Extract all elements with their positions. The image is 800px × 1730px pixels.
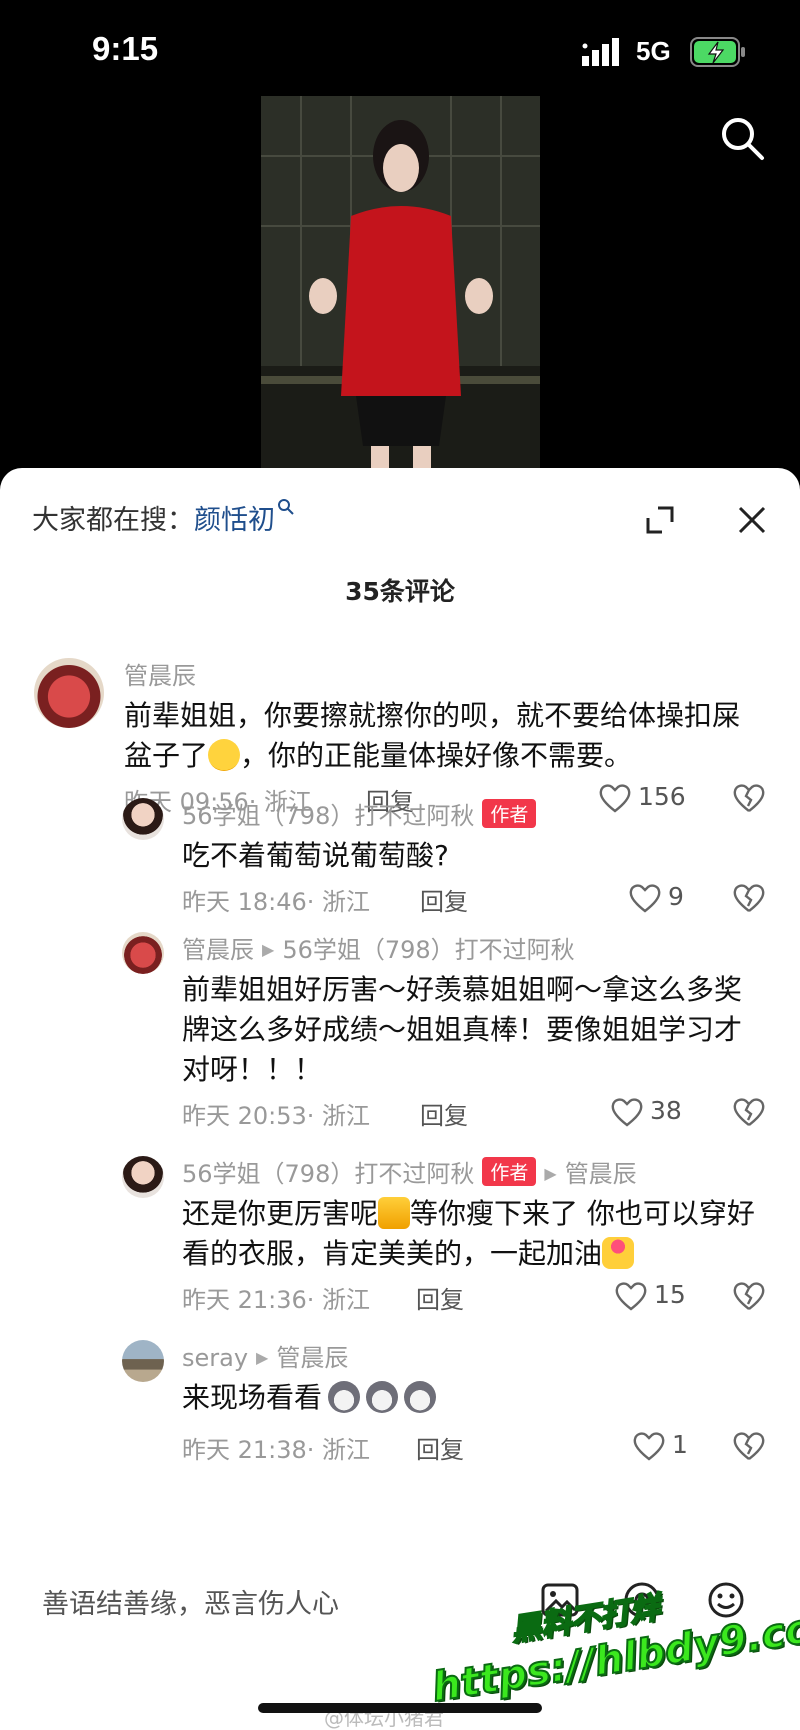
reply-to-username[interactable]: 管晨辰 (565, 1160, 637, 1188)
like-count: 38 (650, 1096, 682, 1125)
comment-text: 还是你更厉害呢 等你瘦下来了 你也可以穿好看的衣服，肯定美美的，一起加油 (182, 1194, 762, 1274)
status-bar: 9:15 5G (0, 0, 800, 100)
close-icon[interactable] (732, 500, 772, 540)
like-count: 15 (654, 1280, 686, 1309)
comment-text: 来现场看看 (182, 1378, 762, 1418)
comment-text: 前辈姐姐好厉害～好羡慕姐姐啊～拿这么多奖牌这么多好成绩～姐姐真棒！要像姐姐学习才… (182, 970, 752, 1090)
home-indicator (258, 1703, 542, 1713)
heart-icon[interactable] (614, 1280, 648, 1312)
reply-arrow-icon: ▶ (256, 1348, 269, 1367)
signal-icon (582, 38, 619, 66)
video-thumbnail[interactable] (261, 96, 540, 478)
comment-time: 昨天 21:36· 浙江 (182, 1286, 371, 1314)
broken-heart-icon[interactable] (732, 782, 766, 814)
trending-prefix: 大家都在搜： (32, 505, 194, 536)
broken-heart-icon[interactable] (732, 1096, 766, 1128)
dog-emoji-icon (404, 1381, 437, 1413)
video-frame-illustration (261, 96, 540, 478)
reply-button[interactable]: 回复 (416, 1280, 464, 1315)
comment-time: 昨天 20:53· 浙江 (182, 1102, 371, 1130)
comment-text-part: 来现场看看 (182, 1381, 323, 1414)
comment-text-part: 吃不着葡萄说葡萄酸? (182, 839, 449, 872)
comment-username[interactable]: 56学姐（798）打不过阿秋 (182, 1160, 474, 1188)
broken-heart-icon[interactable] (732, 882, 766, 914)
comment-text: 前辈姐姐，你要擦就擦你的呗，就不要给体操扣屎盆子了 ，你的正能量体操好像不需要。 (124, 696, 754, 776)
heart-icon[interactable] (598, 782, 632, 814)
avatar[interactable] (122, 1156, 164, 1198)
avatar[interactable] (122, 798, 164, 840)
heart-icon[interactable] (628, 882, 662, 914)
heart-icon[interactable] (610, 1096, 644, 1128)
comment-text-part: 前辈姐姐好厉害～好羡慕姐姐啊～拿这么多奖牌这么多好成绩～姐姐真棒！要像姐姐学习才… (182, 973, 743, 1086)
like-count: 1 (672, 1430, 688, 1459)
comment-username[interactable]: 管晨辰 (124, 662, 196, 690)
author-badge: 作者 (482, 1157, 537, 1186)
comment-count: 35条评论 (345, 577, 455, 606)
finger-heart-emoji-icon (602, 1237, 635, 1269)
reply-to-username[interactable]: 56学姐（798）打不过阿秋 (282, 936, 574, 964)
broken-heart-icon[interactable] (732, 1430, 766, 1462)
avatar[interactable] (122, 932, 164, 974)
trending-search[interactable]: 大家都在搜：颜恬初 (32, 498, 295, 537)
emoji-icon[interactable] (706, 1580, 746, 1620)
dog-emoji-icon (328, 1381, 361, 1413)
comment-text-part: ，你的正能量体操好像不需要。 (240, 739, 633, 772)
status-time: 9:15 (92, 30, 159, 67)
reply-arrow-icon: ▶ (544, 1164, 557, 1183)
crying-emoji-icon (208, 739, 241, 771)
comment-text-part: 还是你更厉害呢 (182, 1197, 379, 1230)
search-icon[interactable] (718, 114, 766, 162)
reply-button[interactable]: 回复 (420, 1096, 468, 1131)
author-badge: 作者 (482, 799, 537, 828)
trending-term[interactable]: 颜恬初 (194, 505, 275, 536)
reply-arrow-icon: ▶ (262, 940, 275, 959)
network-type: 5G (636, 36, 671, 66)
comment-sheet: 大家都在搜：颜恬初 35条评论 管晨辰 前辈姐姐，你要擦就擦你的呗，就不要给体操… (0, 468, 800, 1730)
comment-username[interactable]: 56学姐（798）打不过阿秋 (182, 802, 474, 830)
expand-icon[interactable] (640, 500, 680, 540)
thumbs-up-emoji-icon (378, 1197, 411, 1229)
avatar[interactable] (122, 1340, 164, 1382)
comment-username[interactable]: 管晨辰 (182, 936, 254, 964)
dog-emoji-icon (366, 1381, 399, 1413)
comment-time: 昨天 21:38· 浙江 (182, 1436, 371, 1464)
comment-time: 昨天 18:46· 浙江 (182, 888, 371, 916)
broken-heart-icon[interactable] (732, 1280, 766, 1312)
search-small-icon (278, 499, 294, 515)
like-count: 9 (668, 882, 684, 911)
avatar[interactable] (34, 658, 104, 728)
comment-username[interactable]: seray (182, 1344, 248, 1372)
like-count: 156 (638, 782, 686, 811)
reply-button[interactable]: 回复 (416, 1430, 464, 1465)
comment-input[interactable]: 善语结善缘，恶言伤人心 (42, 1582, 339, 1621)
battery-charging-icon (690, 37, 745, 67)
comment-text: 吃不着葡萄说葡萄酸? (182, 836, 762, 876)
heart-icon[interactable] (632, 1430, 666, 1462)
reply-button[interactable]: 回复 (420, 882, 468, 917)
reply-to-username[interactable]: 管晨辰 (276, 1344, 348, 1372)
